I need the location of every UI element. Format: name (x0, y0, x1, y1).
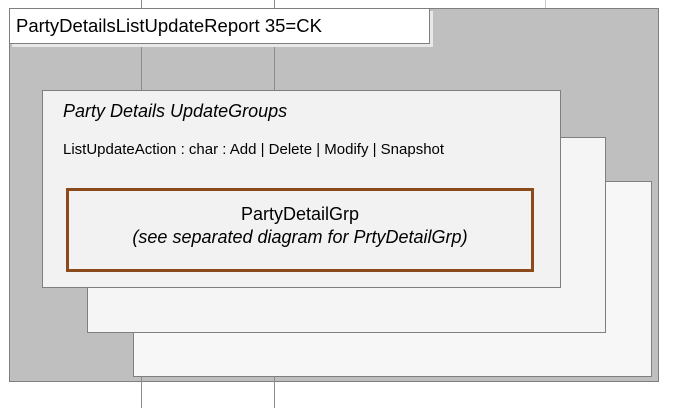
list-update-action-field: ListUpdateAction : char : Add | Delete |… (63, 141, 445, 158)
message-title: PartyDetailsListUpdateReport 35=CK (16, 15, 322, 36)
column-gridline (545, 0, 546, 8)
update-groups-card[interactable]: Party Details UpdateGroups ListUpdateAct… (42, 90, 561, 288)
component-name: PartyDetailGrp (240, 204, 360, 224)
update-groups-title: Party Details UpdateGroups (63, 101, 288, 121)
component-note: (see separated diagram for PrtyDetailGrp… (132, 227, 468, 247)
party-detail-grp-component[interactable]: PartyDetailGrp (see separated diagram fo… (66, 188, 534, 272)
message-title-box[interactable]: PartyDetailsListUpdateReport 35=CK (9, 8, 430, 44)
